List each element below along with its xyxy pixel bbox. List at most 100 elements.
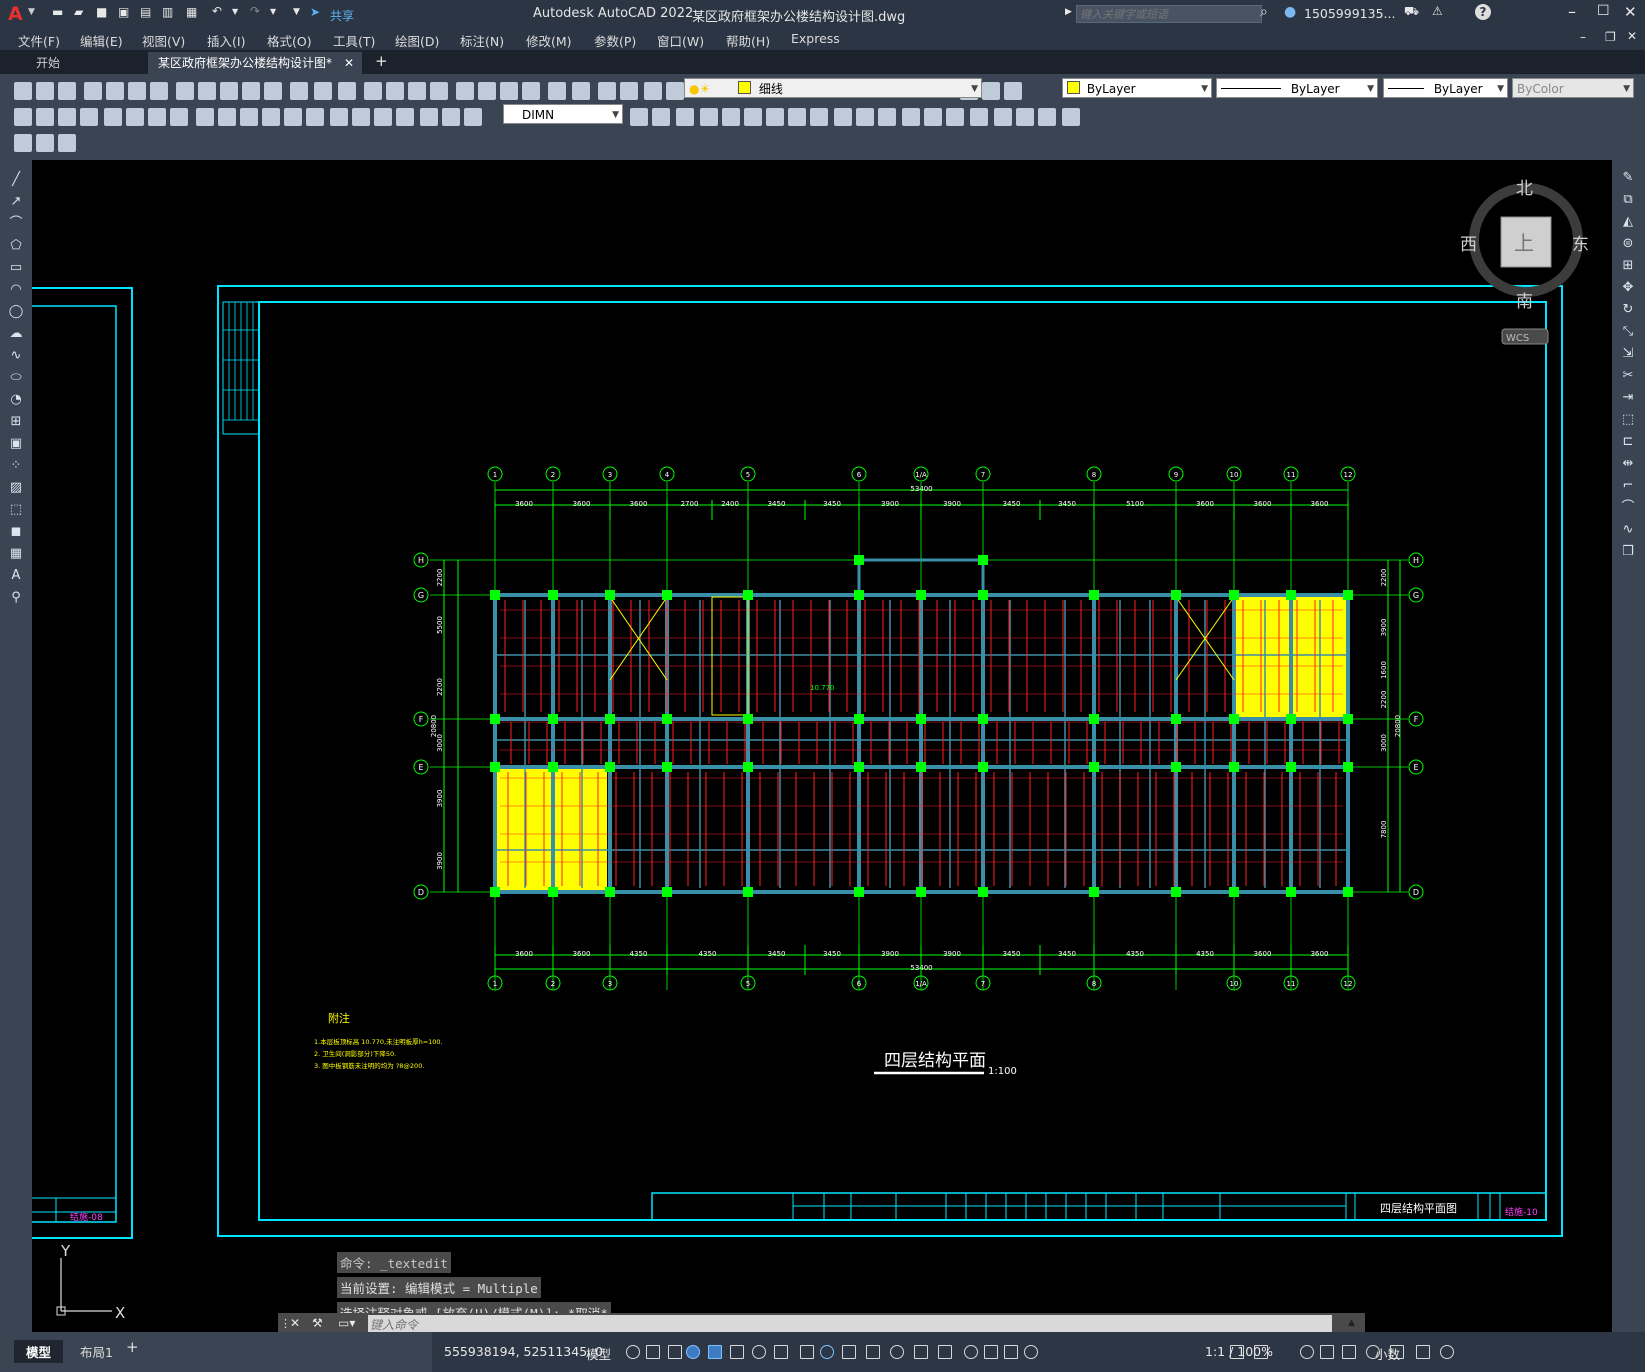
layer-match-icon[interactable] [666,82,684,100]
model-space-toggle[interactable]: 模型 [586,1344,611,1363]
menu-file[interactable]: 文件(F) [18,31,60,50]
insert-block-icon[interactable]: ⊞ [7,414,25,430]
open-web-icon[interactable]: ▤ [140,5,151,19]
doc-restore-icon[interactable]: ❐ [1605,30,1616,44]
plotstyle-dropdown[interactable]: ByColor ▼ [1512,78,1634,98]
units-setting[interactable]: 小数 [1375,1344,1400,1363]
dim-text-edit-icon[interactable] [420,108,438,126]
mirror-icon[interactable]: ◭ [1619,214,1637,230]
doc-close-icon[interactable]: ✕ [1627,29,1637,43]
tab-model[interactable]: 模型 [14,1340,64,1363]
share-button[interactable]: 共享 [330,7,354,24]
mtext-icon[interactable]: A [7,568,25,584]
make-current-icon[interactable] [644,82,662,100]
region-icon[interactable]: ◼ [7,524,25,540]
viewcube[interactable]: 上 北 南 西 东 WCS [1460,179,1589,345]
compass-west[interactable]: 西 [1460,235,1477,255]
redo-dropdown-icon[interactable]: ▼ [270,7,276,16]
break-at-point-icon[interactable]: ⬚ [1619,412,1637,428]
rotate-icon[interactable]: ↻ [1619,302,1637,318]
qnew-icon[interactable] [14,82,32,100]
trim-icon[interactable]: ✂ [1619,368,1637,384]
arc-icon[interactable]: ◠ [7,282,25,298]
offset-icon[interactable] [676,108,694,126]
isodraft-icon[interactable] [752,1345,766,1359]
tab-layout1[interactable]: 布局1 [72,1340,121,1363]
lock-ui-icon[interactable] [1342,1345,1356,1359]
center-mark-icon[interactable] [330,108,348,126]
menu-express[interactable]: Express [791,31,840,46]
join-icon[interactable]: ⇹ [1619,456,1637,472]
open-icon[interactable] [36,82,54,100]
copy-icon[interactable] [630,108,648,126]
break-icon[interactable] [856,108,874,126]
dimstyle-dropdown[interactable]: DIMN ▼ [503,104,623,124]
zoom-window-icon[interactable] [338,82,356,100]
copy-icon[interactable] [176,82,194,100]
preview-icon[interactable] [106,82,124,100]
table-icon[interactable]: ▦ [7,546,25,562]
blend-icon[interactable] [970,108,988,126]
auto-scale-icon[interactable] [1004,1345,1018,1359]
menu-insert[interactable]: 插入(I) [207,31,245,50]
new-file-icon[interactable]: ▬ [52,5,63,19]
menu-format[interactable]: 格式(O) [267,31,312,50]
dim-update-icon[interactable] [442,108,460,126]
dynamic-input-icon[interactable] [686,1345,700,1359]
tab-start[interactable]: 开始 [26,52,70,74]
properties-icon[interactable] [386,82,404,100]
fillet-icon[interactable]: ⌒ [1619,500,1637,516]
dim-style-icon[interactable] [464,108,482,126]
make-block-icon[interactable]: ▣ [7,436,25,452]
sheetset-icon[interactable] [456,82,474,100]
calculator-icon[interactable] [500,82,518,100]
quick-dim-icon[interactable] [196,108,214,126]
save-icon[interactable] [58,82,76,100]
search-expand-icon[interactable]: ▶ [1065,7,1072,17]
command-scroll-icon[interactable]: ▲ [1348,1318,1355,1328]
gizmo-icon[interactable] [964,1345,978,1359]
publish-icon[interactable] [128,82,146,100]
minimize-window-icon[interactable]: – [1568,2,1576,21]
menu-edit[interactable]: 编辑(E) [80,31,123,50]
doc-minimize-icon[interactable]: – [1580,30,1586,44]
dim-continue-icon[interactable] [240,108,258,126]
add-selected-icon[interactable]: ⚲ [7,590,25,606]
plot-icon[interactable] [84,82,102,100]
quick-properties-icon[interactable] [1320,1345,1334,1359]
tab-active-drawing[interactable]: 某区政府框架办公楼结构设计图* ✕ [148,52,363,74]
undo-dropdown-icon[interactable]: ▼ [232,7,238,16]
units-icon[interactable] [1300,1345,1314,1359]
trim-icon[interactable] [810,108,828,126]
compass-east[interactable]: 东 [1572,235,1589,255]
infer-constraints-icon[interactable] [668,1345,682,1359]
region-icon[interactable] [1038,108,1056,126]
menu-tools[interactable]: 工具(T) [333,31,375,50]
grid-icon[interactable] [626,1345,640,1359]
command-line-close-icon[interactable]: ✕ [290,1316,300,1330]
autocad-logo[interactable]: A [8,3,23,25]
help-icon[interactable]: ? [1475,4,1491,20]
snap-mode-icon[interactable] [646,1345,660,1359]
selection-filter-icon[interactable] [938,1345,952,1359]
menu-window[interactable]: 窗口(W) [657,31,704,50]
dim-radius-icon[interactable] [104,108,122,126]
command-customize-icon[interactable]: ⚒ [312,1316,323,1330]
move-icon[interactable]: ✥ [1619,280,1637,296]
dim-break-icon[interactable] [284,108,302,126]
scale-icon[interactable] [766,108,784,126]
cursor-coordinates[interactable]: 555938194, 52511345, 0 [444,1344,603,1359]
dim-jogged-icon[interactable] [126,108,144,126]
tab-close-icon[interactable]: ✕ [344,52,354,74]
object-snap-icon[interactable] [800,1345,814,1359]
chamfer-icon[interactable] [902,108,920,126]
dim-baseline-icon[interactable] [218,108,236,126]
compass-south[interactable]: 南 [1516,292,1533,312]
hatch-icon[interactable]: ▨ [7,480,25,496]
open-file-icon[interactable]: ▰ [74,5,83,19]
boundary-icon[interactable] [1062,108,1080,126]
rotate-icon[interactable] [744,108,762,126]
new-tab-icon[interactable]: + [375,52,388,70]
lengthen-icon[interactable] [1016,108,1034,126]
linetype-dropdown[interactable]: ByLayer ▼ [1216,78,1378,98]
